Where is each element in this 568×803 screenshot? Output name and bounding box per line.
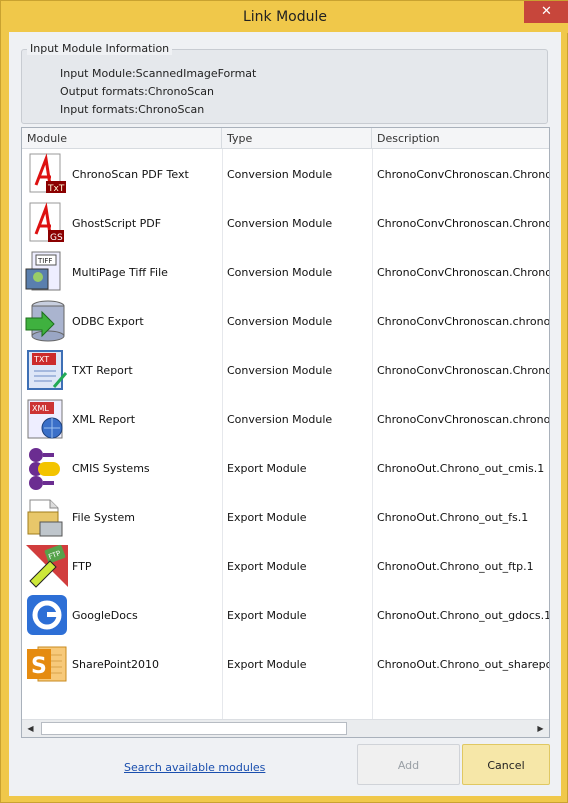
group-legend: Input Module Information <box>27 42 173 55</box>
module-description: ChronoConvChronoscan.Chrono_co <box>377 364 549 377</box>
list-item[interactable]: GoogleDocs Export Module ChronoOut.Chrono_… <box>22 590 549 639</box>
module-description: ChronoConvChronoscan.ChronoCon <box>377 168 549 181</box>
module-type: Conversion Module <box>227 168 333 181</box>
ftp-icon: FTP <box>24 543 70 589</box>
module-list[interactable]: Module Type Description TxT ChronoScan PD… <box>21 127 550 738</box>
tiff-file-icon: TIFF <box>24 249 70 295</box>
module-name: FTP <box>72 560 92 573</box>
module-description: ChronoOut.Chrono_out_ftp.1 <box>377 560 534 573</box>
list-item[interactable]: File System Export Module ChronoOut.Chrono… <box>22 492 549 541</box>
list-item[interactable]: GS GhostScript PDF Conversion Module Chrono… <box>22 198 549 247</box>
list-item[interactable]: XML XML Report Conversion Module ChronoConv… <box>22 394 549 443</box>
module-type: Export Module <box>227 609 307 622</box>
svg-text:XML: XML <box>32 404 49 413</box>
module-type: Conversion Module <box>227 315 333 328</box>
module-type: Conversion Module <box>227 217 333 230</box>
svg-text:TXT: TXT <box>33 355 49 364</box>
close-button[interactable]: ✕ <box>524 1 568 23</box>
list-item[interactable]: TIFF MultiPage Tiff File Conversion Module… <box>22 247 549 296</box>
output-formats-line: Output formats:ChronoScan <box>60 85 214 98</box>
database-icon <box>24 298 70 344</box>
svg-text:TxT: TxT <box>47 184 65 194</box>
input-module-line: Input Module:ScannedImageFormat <box>60 67 257 80</box>
ghostscript-pdf-icon: GS <box>24 200 70 246</box>
module-description: ChronoOut.Chrono_out_sharepoint <box>377 658 549 671</box>
scroll-right-icon[interactable]: ▶ <box>532 720 549 737</box>
list-item[interactable]: TXT TXT Report Conversion Module ChronoConv… <box>22 345 549 394</box>
dialog-body: Input Module:ScannedImageFormat Output f… <box>9 32 561 796</box>
module-name: MultiPage Tiff File <box>72 266 168 279</box>
module-type: Export Module <box>227 511 307 524</box>
list-rows: TxT ChronoScan PDF Text Conversion Module C… <box>22 149 549 719</box>
module-type: Conversion Module <box>227 413 333 426</box>
svg-text:S: S <box>31 654 47 679</box>
module-type: Export Module <box>227 560 307 573</box>
svg-text:TIFF: TIFF <box>37 257 52 265</box>
txt-report-icon: TXT <box>24 347 70 393</box>
google-docs-icon <box>24 592 70 638</box>
module-name: CMIS Systems <box>72 462 150 475</box>
module-name: GoogleDocs <box>72 609 138 622</box>
input-formats-line: Input formats:ChronoScan <box>60 103 205 116</box>
module-description: ChronoOut.Chrono_out_cmis.1 <box>377 462 545 475</box>
xml-report-icon: XML <box>24 396 70 442</box>
link-module-window: Link Module ✕ Input Module:ScannedImageF… <box>0 0 568 803</box>
search-modules-link[interactable]: Search available modules <box>124 761 265 774</box>
horizontal-scrollbar[interactable]: ◀ ▶ <box>22 719 549 737</box>
column-header-type[interactable]: Type <box>222 128 372 149</box>
scroll-left-icon[interactable]: ◀ <box>22 720 39 737</box>
module-description: ChronoConvChronoscan.chrono_co <box>377 413 549 426</box>
module-name: ODBC Export <box>72 315 144 328</box>
title-bar: Link Module ✕ <box>1 1 568 33</box>
module-type: Conversion Module <box>227 266 333 279</box>
svg-text:GS: GS <box>50 233 63 243</box>
column-header-description[interactable]: Description <box>372 128 549 149</box>
module-name: XML Report <box>72 413 136 426</box>
module-type: Export Module <box>227 658 307 671</box>
module-description: ChronoOut.Chrono_out_fs.1 <box>377 511 529 524</box>
column-header-module[interactable]: Module <box>22 128 222 149</box>
pdf-text-icon: TxT <box>24 151 70 197</box>
module-description: ChronoConvChronoscan.ChronoCon <box>377 266 549 279</box>
module-name: GhostScript PDF <box>72 217 162 230</box>
module-description: ChronoConvChronoscan.Chrono_co <box>377 217 549 230</box>
sharepoint-icon: S <box>24 641 70 687</box>
module-description: ChronoConvChronoscan.chrono_co <box>377 315 549 328</box>
add-button[interactable]: Add <box>357 744 460 785</box>
input-module-info-group: Input Module:ScannedImageFormat Output f… <box>21 49 548 124</box>
cancel-button[interactable]: Cancel <box>462 744 550 785</box>
module-name: File System <box>72 511 135 524</box>
list-item[interactable]: FTP FTP Export Module ChronoOut.Chrono_out_… <box>22 541 549 590</box>
module-name: TXT Report <box>72 364 133 377</box>
module-type: Export Module <box>227 462 307 475</box>
list-item[interactable]: TxT ChronoScan PDF Text Conversion Module C… <box>22 149 549 198</box>
module-name: ChronoScan PDF Text <box>72 168 189 181</box>
window-title: Link Module <box>242 9 328 25</box>
module-type: Conversion Module <box>227 364 333 377</box>
list-item[interactable]: ODBC Export Conversion Module ChronoConvCh… <box>22 296 549 345</box>
module-name: SharePoint2010 <box>72 658 160 671</box>
list-header: Module Type Description <box>22 128 549 149</box>
list-item[interactable]: CMIS Systems Export Module ChronoOut.Chron… <box>22 443 549 492</box>
list-item[interactable]: S SharePoint2010 Export Module ChronoOut.Ch… <box>22 639 549 688</box>
scroll-thumb[interactable] <box>41 722 347 735</box>
module-description: ChronoOut.Chrono_out_gdocs.1 <box>377 609 549 622</box>
cmis-icon <box>24 445 70 491</box>
file-system-icon <box>24 494 70 540</box>
